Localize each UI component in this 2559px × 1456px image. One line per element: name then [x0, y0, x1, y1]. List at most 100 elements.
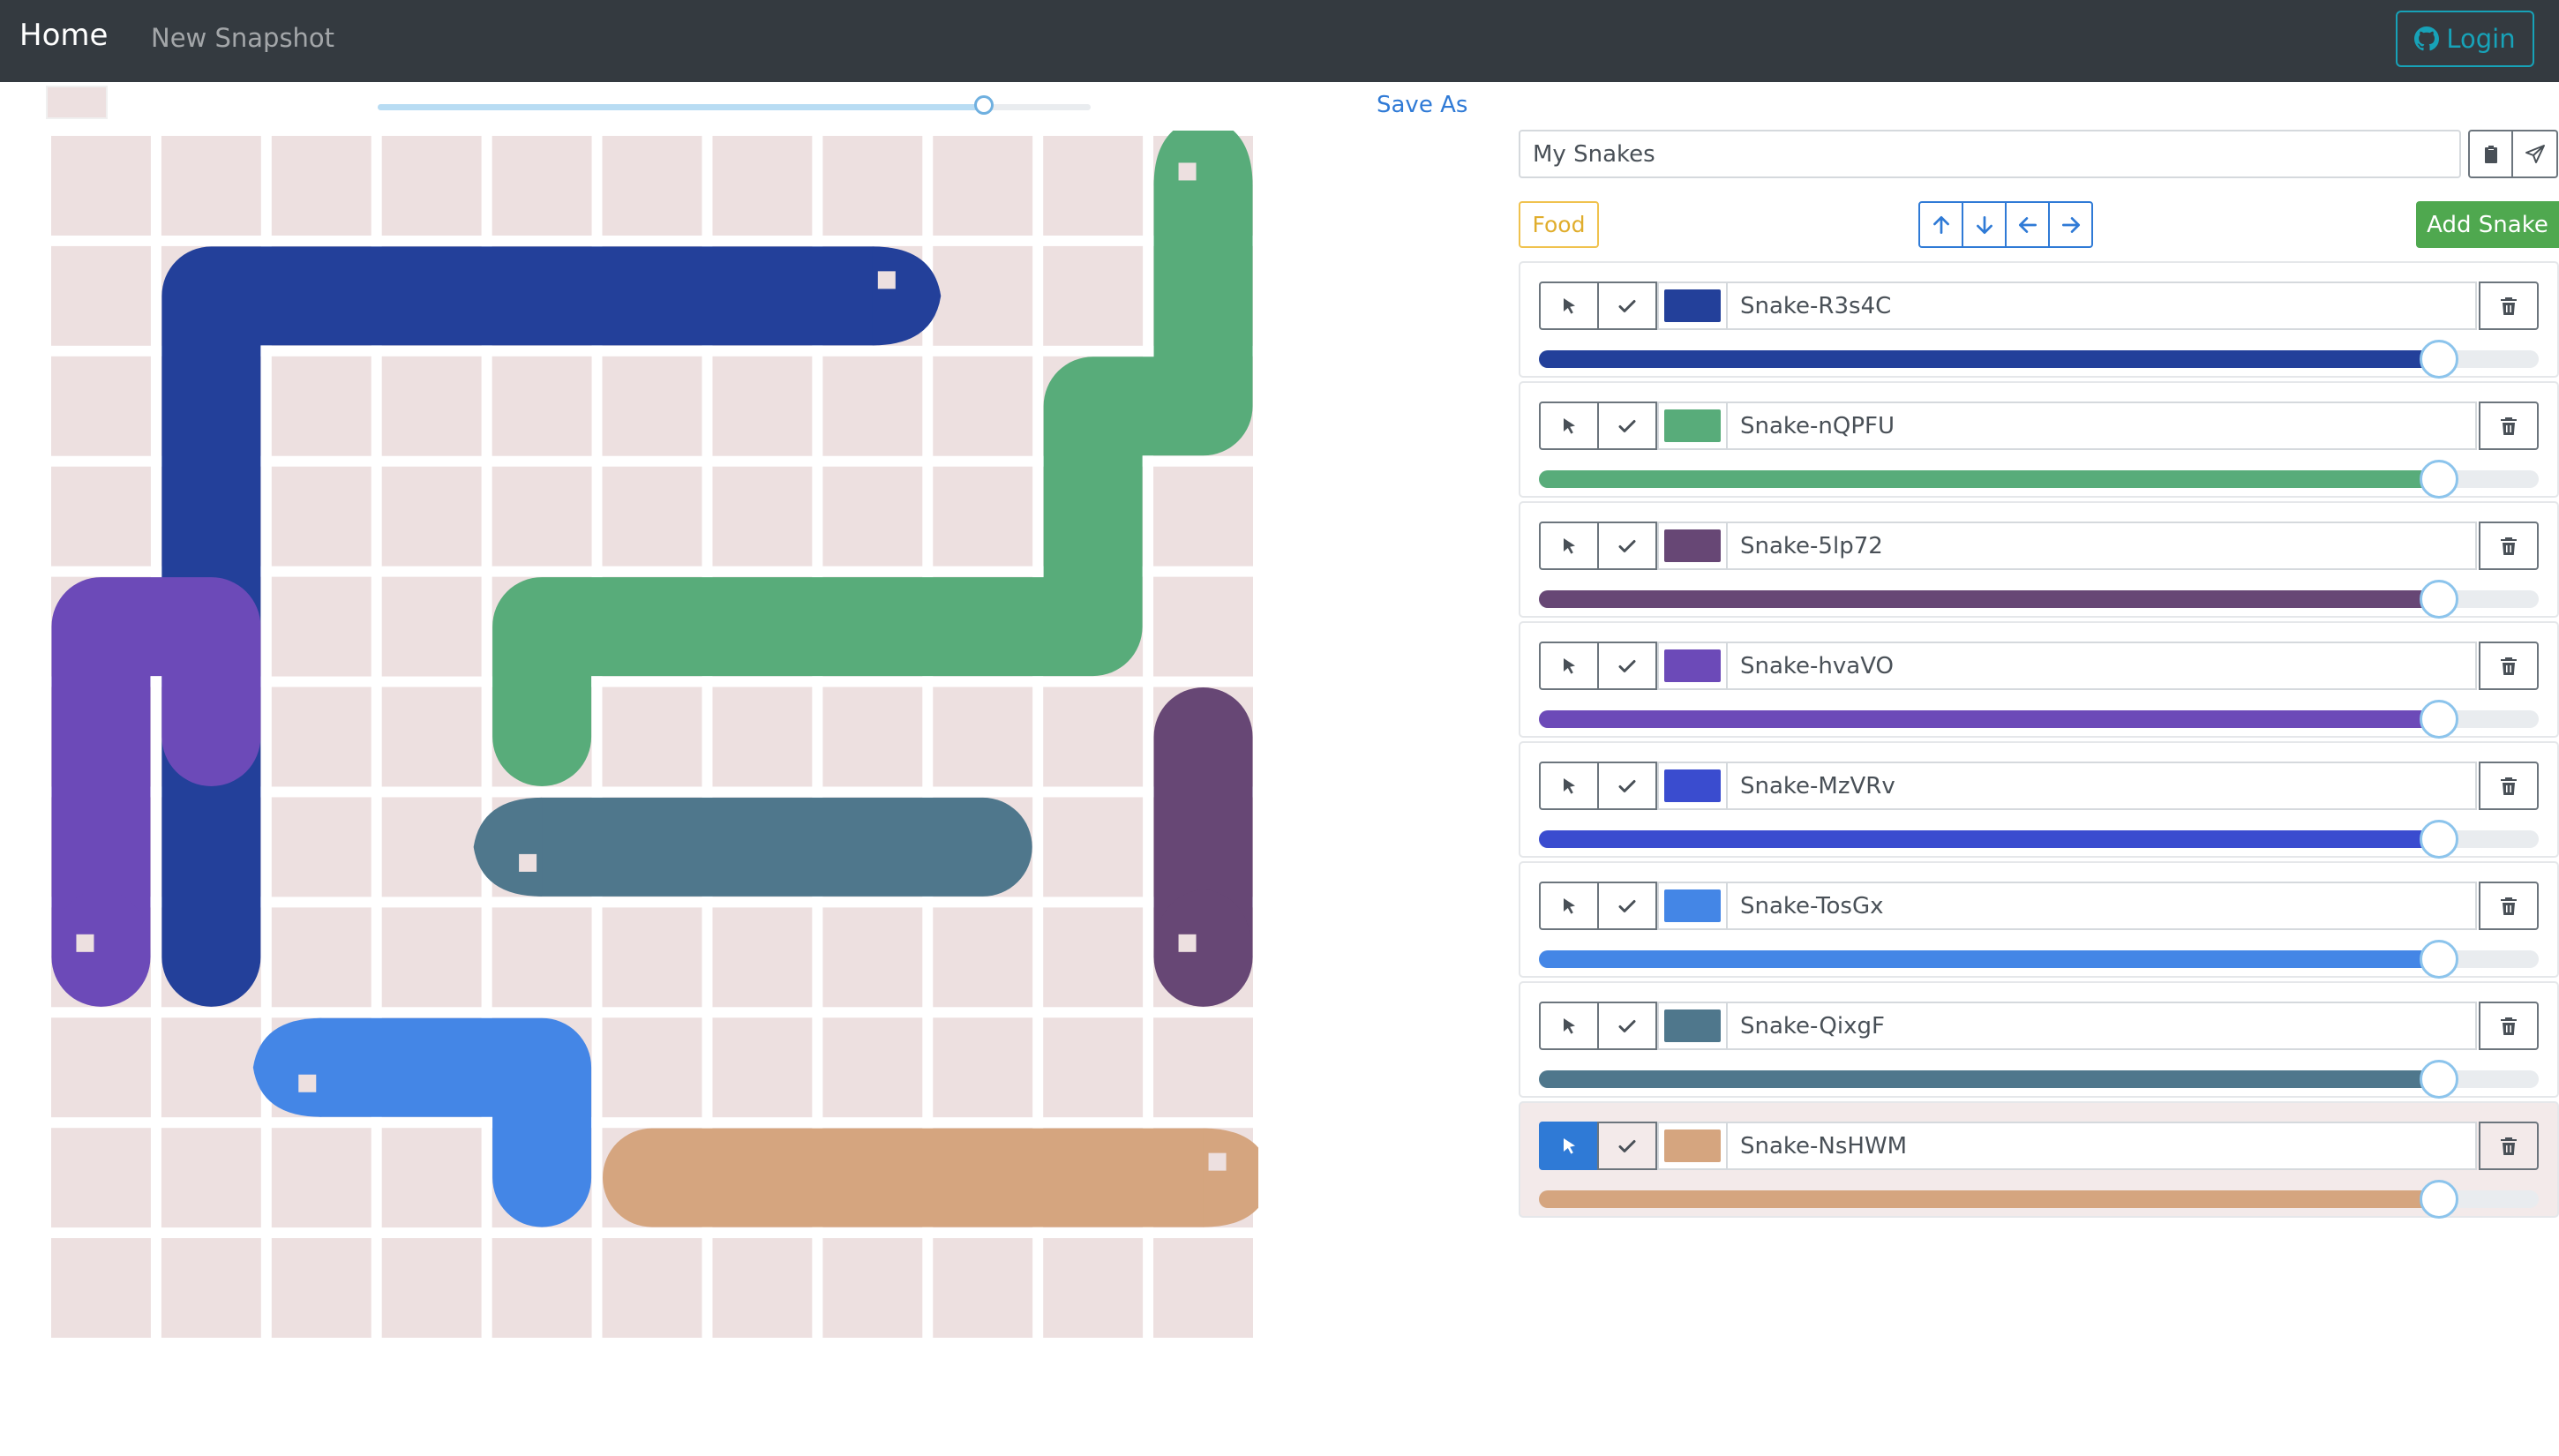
- board-cell[interactable]: [161, 1128, 261, 1228]
- board-cell[interactable]: [271, 1238, 371, 1338]
- delete-snake-button[interactable]: [2479, 1002, 2539, 1050]
- board-cell[interactable]: [381, 687, 482, 787]
- toggle-snake-button[interactable]: [1597, 1122, 1657, 1170]
- board-cell[interactable]: [381, 907, 482, 1008]
- board-cell[interactable]: [1153, 466, 1253, 567]
- snake-length-handle[interactable]: [2419, 940, 2458, 979]
- delete-snake-button[interactable]: [2479, 402, 2539, 450]
- snake-name-field[interactable]: Snake-nQPFU: [1726, 402, 2477, 450]
- board-cell[interactable]: [161, 1238, 261, 1338]
- board-cell[interactable]: [51, 1128, 151, 1228]
- select-snake-button[interactable]: [1539, 762, 1599, 810]
- delete-snake-button[interactable]: [2479, 522, 2539, 570]
- board-cell[interactable]: [161, 1017, 261, 1118]
- board-cell[interactable]: [1043, 1017, 1144, 1118]
- board-cell[interactable]: [933, 1238, 1033, 1338]
- move-left-button[interactable]: [2005, 201, 2050, 248]
- board-cell[interactable]: [492, 1238, 592, 1338]
- delete-snake-button[interactable]: [2479, 642, 2539, 690]
- snake-length-handle[interactable]: [2419, 1180, 2458, 1219]
- food-button[interactable]: Food: [1519, 201, 1599, 248]
- delete-snake-button[interactable]: [2479, 762, 2539, 810]
- move-up-button[interactable]: [1918, 201, 1963, 248]
- snake-length-slider[interactable]: [1539, 820, 2539, 859]
- snake-length-slider[interactable]: [1539, 340, 2539, 379]
- snake-name-field[interactable]: Snake-5lp72: [1726, 522, 2477, 570]
- move-down-button[interactable]: [1962, 201, 2007, 248]
- snake-length-slider[interactable]: [1539, 1180, 2539, 1219]
- toggle-snake-button[interactable]: [1597, 762, 1657, 810]
- snapshot-thumbnail[interactable]: [46, 86, 108, 119]
- snake-color-picker[interactable]: [1657, 522, 1728, 570]
- board-cell[interactable]: [712, 1017, 813, 1118]
- board-cell[interactable]: [271, 687, 371, 787]
- board-cell[interactable]: [1043, 797, 1144, 897]
- board-cell[interactable]: [381, 356, 482, 456]
- snake-length-slider[interactable]: [1539, 940, 2539, 979]
- select-snake-button[interactable]: [1539, 642, 1599, 690]
- board-cell[interactable]: [602, 466, 702, 567]
- board-cell[interactable]: [933, 466, 1033, 567]
- board-cell[interactable]: [492, 907, 592, 1008]
- board-cell[interactable]: [51, 466, 151, 567]
- select-snake-button[interactable]: [1539, 1002, 1599, 1050]
- board-cell[interactable]: [1153, 1238, 1253, 1338]
- snake-length-slider[interactable]: [1539, 700, 2539, 739]
- board-cell[interactable]: [822, 907, 923, 1008]
- toggle-snake-button[interactable]: [1597, 281, 1657, 330]
- board-cell[interactable]: [1043, 245, 1144, 346]
- snake-length-handle[interactable]: [2419, 1060, 2458, 1099]
- board-cell[interactable]: [492, 466, 592, 567]
- toggle-snake-button[interactable]: [1597, 882, 1657, 930]
- snake-name-field[interactable]: Snake-QixgF: [1726, 1002, 2477, 1050]
- copy-button[interactable]: [2468, 130, 2513, 178]
- select-snake-button[interactable]: [1539, 402, 1599, 450]
- board-cell[interactable]: [271, 797, 371, 897]
- board-cell[interactable]: [712, 466, 813, 567]
- toggle-snake-button[interactable]: [1597, 642, 1657, 690]
- board-cell[interactable]: [712, 1238, 813, 1338]
- board-cell[interactable]: [712, 136, 813, 236]
- board-cell[interactable]: [271, 907, 371, 1008]
- board-cell[interactable]: [602, 1238, 702, 1338]
- board-cell[interactable]: [1043, 687, 1144, 787]
- board-cell[interactable]: [822, 136, 923, 236]
- select-snake-button[interactable]: [1539, 1122, 1599, 1170]
- board-cell[interactable]: [602, 687, 702, 787]
- board-cell[interactable]: [1153, 1017, 1253, 1118]
- send-button[interactable]: [2513, 130, 2558, 178]
- board-cell[interactable]: [51, 1017, 151, 1118]
- move-right-button[interactable]: [2048, 201, 2093, 248]
- game-board[interactable]: [46, 131, 1258, 1343]
- snake-color-picker[interactable]: [1657, 281, 1728, 330]
- snake-name-field[interactable]: Snake-R3s4C: [1726, 281, 2477, 330]
- board-snake[interactable]: [603, 1128, 1258, 1227]
- snake-color-picker[interactable]: [1657, 402, 1728, 450]
- board-cell[interactable]: [822, 466, 923, 567]
- snake-color-picker[interactable]: [1657, 762, 1728, 810]
- new-snapshot-link[interactable]: New Snapshot: [151, 23, 334, 53]
- snake-length-handle[interactable]: [2419, 460, 2458, 499]
- board-cell[interactable]: [51, 245, 151, 346]
- board-snake[interactable]: [1153, 687, 1253, 1007]
- delete-snake-button[interactable]: [2479, 1122, 2539, 1170]
- turn-slider[interactable]: [378, 95, 1091, 115]
- board-cell[interactable]: [933, 245, 1033, 346]
- board-cell[interactable]: [933, 136, 1033, 236]
- board-cell[interactable]: [822, 1017, 923, 1118]
- board-cell[interactable]: [492, 136, 592, 236]
- snake-color-picker[interactable]: [1657, 1002, 1728, 1050]
- board-cell[interactable]: [933, 356, 1033, 456]
- board-cell[interactable]: [51, 356, 151, 456]
- home-link[interactable]: Home: [19, 18, 108, 53]
- board-cell[interactable]: [1153, 576, 1253, 677]
- toggle-snake-button[interactable]: [1597, 402, 1657, 450]
- board-cell[interactable]: [822, 1238, 923, 1338]
- board-cell[interactable]: [933, 907, 1033, 1008]
- board-cell[interactable]: [51, 136, 151, 236]
- board-cell[interactable]: [271, 1128, 371, 1228]
- snapshot-name-input[interactable]: [1519, 130, 2461, 178]
- snake-name-field[interactable]: Snake-hvaVO: [1726, 642, 2477, 690]
- board-cell[interactable]: [602, 356, 702, 456]
- board-cell[interactable]: [381, 1238, 482, 1338]
